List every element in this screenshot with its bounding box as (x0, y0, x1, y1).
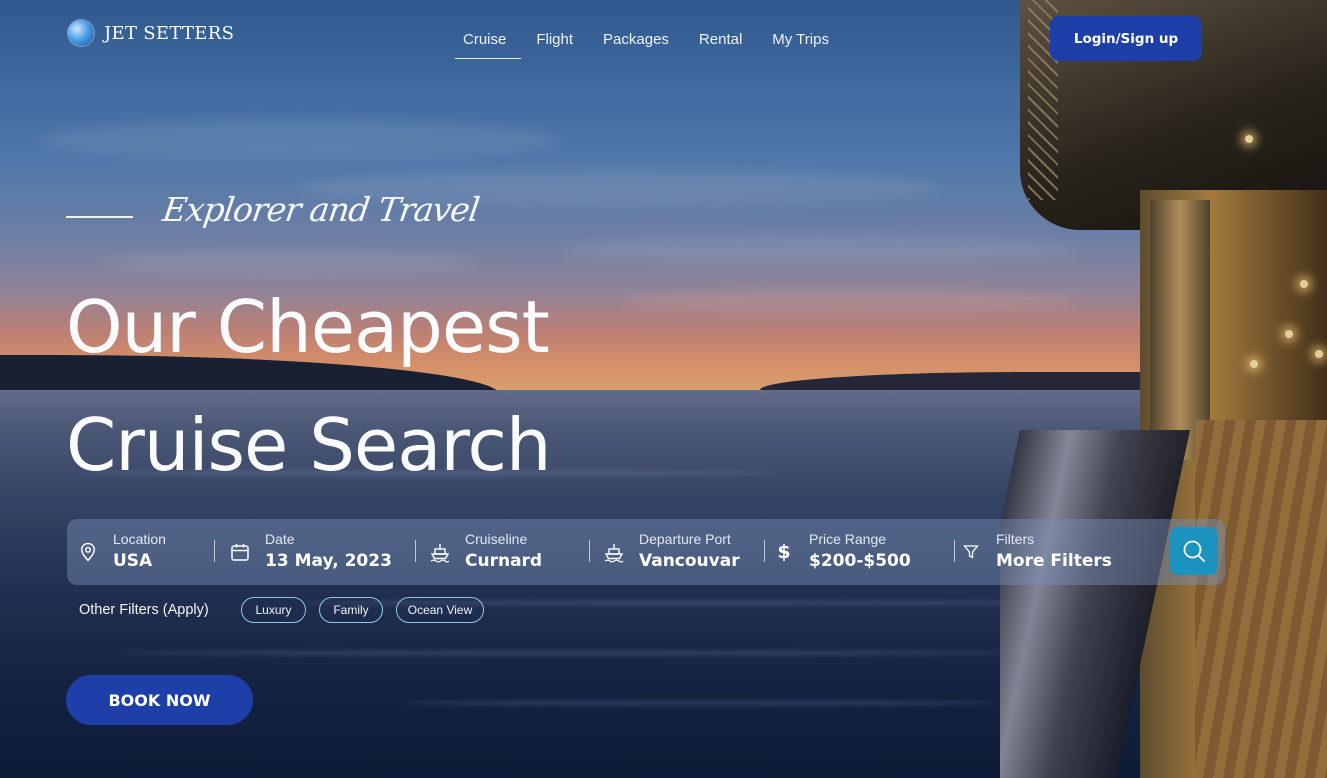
book-now-button[interactable]: BOOK NOW (66, 675, 253, 725)
brand-logo[interactable]: JET SETTERS (68, 20, 234, 46)
nav-item-packages[interactable]: Packages (588, 30, 684, 58)
login-signup-button[interactable]: Login/Sign up (1050, 16, 1202, 61)
nav-item-rental[interactable]: Rental (684, 30, 757, 58)
globe-icon (68, 20, 94, 46)
filter-icon (960, 544, 982, 560)
price-range-label: Price Range (809, 531, 887, 547)
filters-label: Filters (996, 531, 1035, 547)
headline-line-2: Cruise Search (66, 403, 552, 487)
date-field[interactable]: Date 13 May, 2023 (229, 519, 409, 585)
ship-icon (429, 541, 451, 563)
other-filters-label: Other Filters (Apply) (79, 602, 209, 618)
location-value: USA (113, 551, 153, 571)
brand-name: JET SETTERS (104, 22, 235, 44)
departure-port-field[interactable]: Departure Port Vancouvar (603, 519, 763, 585)
divider (589, 540, 590, 562)
cruise-search-bar: Location USA Date 13 May, 2023 Cruiselin… (67, 519, 1225, 585)
dollar-icon: $ (777, 541, 791, 563)
main-nav: Cruise Flight Packages Rental My Trips (455, 30, 844, 59)
cruiseline-value: Curnard (465, 551, 543, 571)
divider (764, 540, 765, 562)
map-pin-icon (77, 542, 99, 562)
headline-line-1: Our Cheapest (66, 285, 550, 369)
departure-port-label: Departure Port (639, 531, 731, 547)
date-label: Date (265, 531, 295, 547)
price-range-field[interactable]: $ Price Range $200-$500 (773, 519, 943, 585)
location-label: Location (113, 531, 166, 547)
divider (214, 540, 215, 562)
filter-chip-ocean-view[interactable]: Ocean View (396, 597, 484, 623)
date-value: 13 May, 2023 (265, 551, 392, 571)
location-field[interactable]: Location USA (77, 519, 217, 585)
hero-tagline: Explorer and Travel (160, 190, 482, 229)
filters-value: More Filters (996, 551, 1112, 571)
nav-item-my-trips[interactable]: My Trips (757, 30, 844, 58)
cruiseline-field[interactable]: Cruiseline Curnard (429, 519, 589, 585)
search-button[interactable] (1170, 527, 1218, 575)
calendar-icon (229, 542, 251, 562)
divider (415, 540, 416, 562)
divider (954, 540, 955, 562)
filter-chip-family[interactable]: Family (319, 597, 383, 623)
page: JET SETTERS Cruise Flight Packages Renta… (0, 0, 1327, 778)
search-icon (1183, 540, 1205, 562)
ship-icon (603, 541, 625, 563)
tagline-divider (66, 216, 133, 218)
filters-field[interactable]: Filters More Filters (960, 519, 1140, 585)
nav-item-cruise[interactable]: Cruise (455, 30, 522, 59)
cruiseline-label: Cruiseline (465, 531, 528, 547)
departure-port-value: Vancouvar (639, 551, 740, 571)
filter-chip-luxury[interactable]: Luxury (241, 597, 306, 623)
hero-headline: Our Cheapest Cruise Search (66, 268, 552, 504)
nav-item-flight[interactable]: Flight (521, 30, 588, 58)
price-range-value: $200-$500 (809, 551, 911, 571)
